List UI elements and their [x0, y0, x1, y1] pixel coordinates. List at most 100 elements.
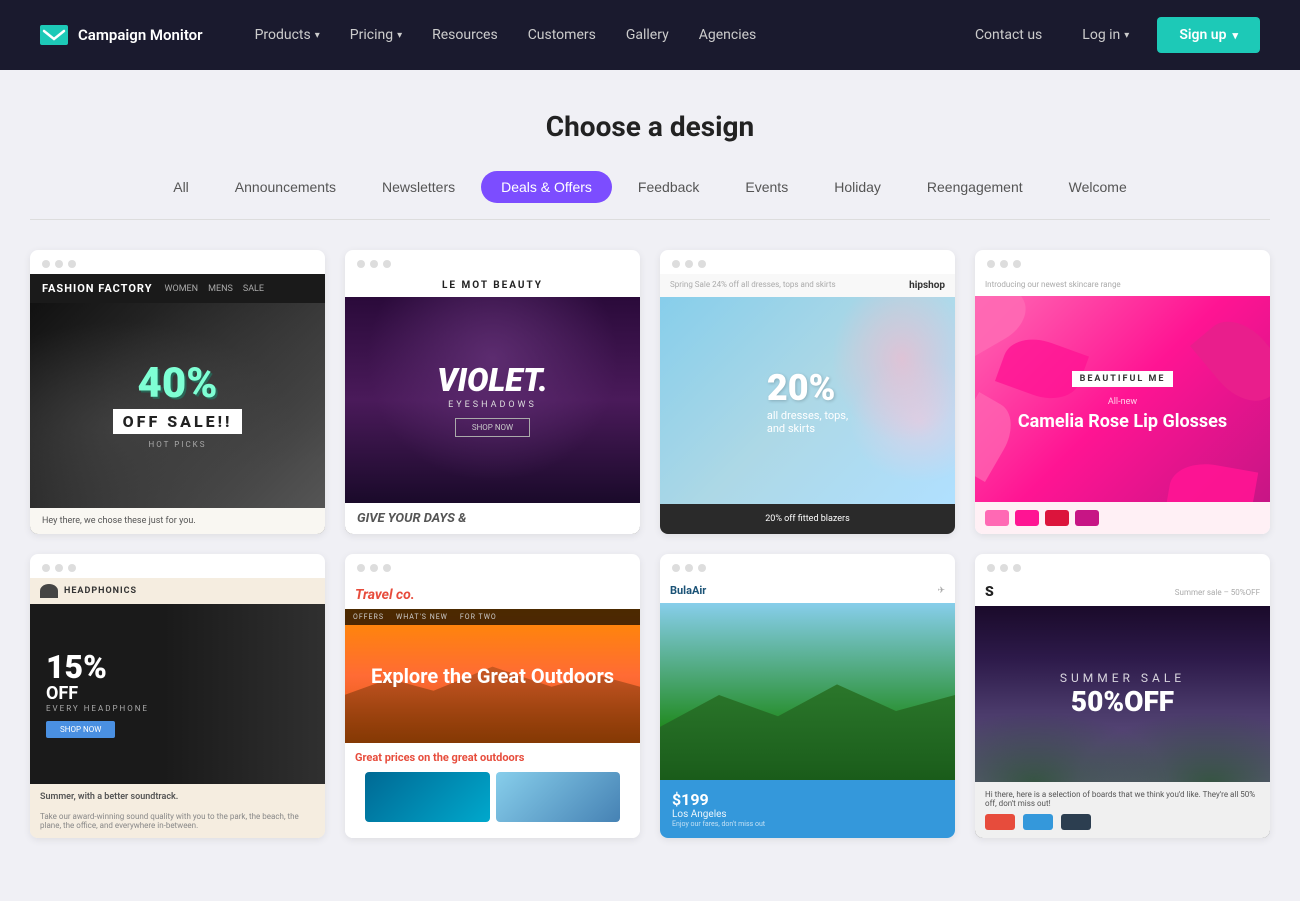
spring-top: 20% all dresses, tops, and skirts — [660, 297, 955, 504]
spring-card-content: Spring Sale 24% off all dresses, tops an… — [660, 274, 955, 534]
airline-header: BulaAir ✈ — [660, 578, 955, 603]
template-headphones[interactable]: HEADPHONICS 15% OFF EVERY HEADPHONE SHOP… — [30, 554, 325, 838]
dot — [357, 564, 365, 572]
template-travel[interactable]: Travel co. OFFERS WHAT'S NEW FOR TWO Exp… — [345, 554, 640, 838]
rose-text: BEAUTIFUL ME All-new Camelia Rose Lip Gl… — [1008, 356, 1237, 443]
summer-card-content: S Summer sale – 50%OFF SUMMER SALE 50%OF… — [975, 578, 1270, 838]
dot — [672, 260, 680, 268]
hp-cta: SHOP NOW — [46, 721, 115, 738]
dot — [698, 260, 706, 268]
board-2 — [1023, 814, 1053, 830]
templates-grid: FASHION FACTORY WOMEN MENS SALE 40% OFF … — [30, 250, 1270, 838]
airline-bottom: $199 Los Angeles Enjoy our fares, don't … — [660, 780, 955, 838]
tab-reengagement[interactable]: Reengagement — [907, 171, 1043, 203]
card-preview: FASHION FACTORY WOMEN MENS SALE 40% OFF … — [30, 274, 325, 534]
template-bula-air[interactable]: BulaAir ✈ $199 Summer just got way more … — [660, 554, 955, 838]
nav-links: Products ▾ Pricing ▾ Resources Customers… — [243, 19, 963, 51]
summer-header: S Summer sale – 50%OFF — [975, 578, 1270, 606]
summer-footer: Hi there, here is a selection of boards … — [975, 782, 1270, 838]
airline-card-content: BulaAir ✈ $199 Summer just got way more … — [660, 578, 955, 838]
headphones-footer-sub: Take our award-winning sound quality wit… — [30, 810, 325, 838]
fashion-text: 40% OFF SALE!! HOT PICKS — [113, 363, 243, 449]
tab-feedback[interactable]: Feedback — [618, 171, 719, 203]
tab-announcements[interactable]: Announcements — [215, 171, 356, 203]
summer-brand: S — [985, 584, 995, 600]
card-dots — [30, 250, 325, 274]
beauty2-image: BEAUTIFUL ME All-new Camelia Rose Lip Gl… — [975, 296, 1270, 502]
dot — [1013, 260, 1021, 268]
nav-pricing[interactable]: Pricing ▾ — [338, 19, 414, 51]
navigation: Campaign Monitor Products ▾ Pricing ▾ Re… — [0, 0, 1300, 70]
dot — [383, 564, 391, 572]
nav-products[interactable]: Products ▾ — [243, 19, 332, 51]
card-dots — [975, 554, 1270, 578]
fashion-footer: Hey there, we chose these just for you. — [30, 508, 325, 534]
fashion-header: FASHION FACTORY WOMEN MENS SALE — [30, 274, 325, 303]
nav-customers[interactable]: Customers — [516, 19, 608, 51]
summer-sale-label: SUMMER SALE — [1060, 671, 1185, 685]
beauty2-intro: Introducing our newest skincare range — [985, 280, 1121, 289]
card-preview: BulaAir ✈ $199 Summer just got way more … — [660, 578, 955, 838]
hp-text: 15% OFF EVERY HEADPHONE SHOP NOW — [46, 651, 149, 738]
spring-desc1: all dresses, tops, — [767, 409, 848, 422]
tab-newsletters[interactable]: Newsletters — [362, 171, 475, 203]
travel-thumb-1 — [365, 772, 490, 822]
travel-footer-title: Great prices on the great outdoors — [355, 751, 630, 764]
page-title: Choose a design — [30, 110, 1270, 143]
template-fashion-factory[interactable]: FASHION FACTORY WOMEN MENS SALE 40% OFF … — [30, 250, 325, 534]
tab-welcome[interactable]: Welcome — [1049, 171, 1147, 203]
nav-agencies[interactable]: Agencies — [687, 19, 769, 51]
travel-image: OFFERS WHAT'S NEW FOR TWO Explore the Gr… — [345, 609, 640, 743]
nav-gallery[interactable]: Gallery — [614, 19, 681, 51]
swatch-pink — [985, 510, 1009, 526]
spring-logo: hipshop — [909, 280, 945, 291]
fashion-nav: WOMEN MENS SALE — [165, 284, 265, 294]
chevron-down-icon: ▾ — [397, 30, 402, 41]
signup-button[interactable]: Sign up ▾ — [1157, 17, 1260, 53]
travel-footer: Great prices on the great outdoors — [345, 743, 640, 838]
beauty-header: LE MOT BEAUTY — [345, 274, 640, 297]
fashion-image: 40% OFF SALE!! HOT PICKS — [30, 303, 325, 508]
headphones-footer: Summer, with a better soundtrack. — [30, 784, 325, 810]
dot — [685, 260, 693, 268]
tab-holiday[interactable]: Holiday — [814, 171, 901, 203]
spring-text: 20% all dresses, tops, and skirts — [767, 367, 848, 435]
spring-header: Spring Sale 24% off all dresses, tops an… — [660, 274, 955, 297]
headphones-header: HEADPHONICS — [30, 578, 325, 604]
hp-off: OFF — [46, 683, 149, 704]
dot — [370, 260, 378, 268]
beauty-text: VIOLET. EYESHADOWS SHOP NOW — [427, 364, 558, 437]
travel-nav: OFFERS WHAT'S NEW FOR TWO — [345, 609, 640, 625]
tab-events[interactable]: Events — [725, 171, 808, 203]
template-camelia-rose[interactable]: Introducing our newest skincare range BE… — [975, 250, 1270, 534]
dot — [987, 564, 995, 572]
chevron-down-icon: ▾ — [1124, 30, 1129, 41]
dot — [383, 260, 391, 268]
tab-all[interactable]: All — [153, 171, 209, 203]
rose-product: Camelia Rose Lip Glosses — [1018, 411, 1227, 433]
airline-brand: BulaAir — [670, 584, 706, 597]
template-summer-sale[interactable]: S Summer sale – 50%OFF SUMMER SALE 50%OF… — [975, 554, 1270, 838]
nav-contact[interactable]: Contact us — [963, 19, 1054, 51]
template-spring-sale[interactable]: Spring Sale 24% off all dresses, tops an… — [660, 250, 955, 534]
filter-tabs: All Announcements Newsletters Deals & Of… — [30, 171, 1270, 220]
template-le-mot-beauty[interactable]: LE MOT BEAUTY VIOLET. EYESHADOWS SHOP NO… — [345, 250, 640, 534]
beauty-footer: GIVE YOUR DAYS & — [345, 503, 640, 534]
airline-bottom-price: $199 — [672, 790, 943, 809]
dot — [68, 260, 76, 268]
tab-deals[interactable]: Deals & Offers — [481, 171, 612, 203]
spring-image: 20% all dresses, tops, and skirts 20% of… — [660, 297, 955, 534]
dot — [42, 260, 50, 268]
logo[interactable]: Campaign Monitor — [40, 25, 203, 45]
spring-desc2: and skirts — [767, 422, 848, 435]
beauty-card-content: LE MOT BEAUTY VIOLET. EYESHADOWS SHOP NO… — [345, 274, 640, 534]
headphones-icon — [40, 584, 58, 598]
card-preview: Introducing our newest skincare range BE… — [975, 274, 1270, 534]
spring-bottom-text: 20% off fitted blazers — [765, 514, 850, 524]
nav-resources[interactable]: Resources — [420, 19, 510, 51]
dot — [357, 260, 365, 268]
chevron-down-icon: ▾ — [315, 30, 320, 41]
login-button[interactable]: Log in ▾ — [1070, 19, 1141, 51]
dot — [698, 564, 706, 572]
airline-landscape: $199 Summer just got way more affordable… — [660, 603, 955, 780]
